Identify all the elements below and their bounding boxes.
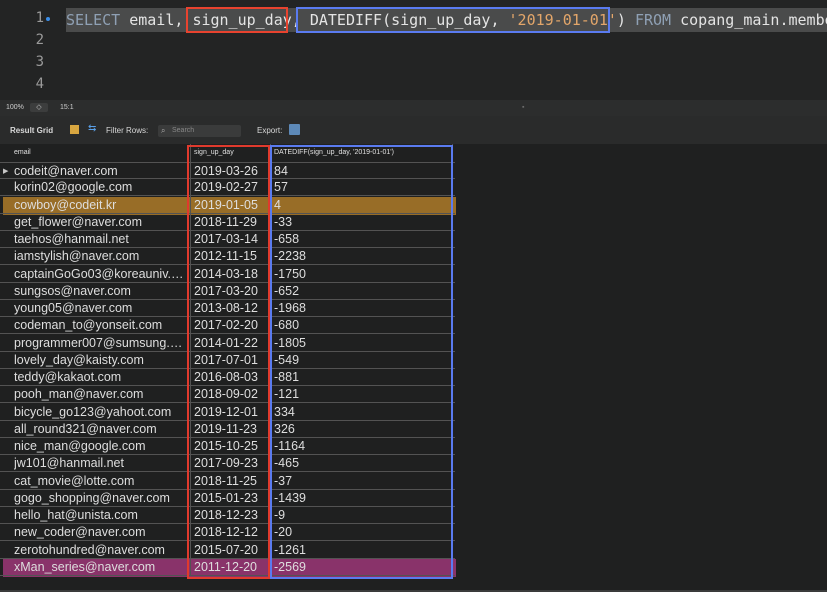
close-paren-text: )	[616, 11, 626, 29]
datediff-highlight-box	[296, 7, 610, 33]
email-cell[interactable]: teddy@kakaot.com	[14, 369, 187, 386]
email-cell[interactable]: korin02@google.com	[14, 179, 187, 196]
result-grid-label[interactable]: Result Grid	[10, 126, 53, 135]
email-cell[interactable]: sungsos@naver.com	[14, 283, 187, 300]
email-cell[interactable]: pooh_man@naver.com	[14, 386, 187, 403]
line-number: 2	[35, 32, 44, 48]
zoom-stepper[interactable]: ◇	[30, 103, 48, 112]
email-cell[interactable]: bicycle_go123@yahoot.com	[14, 404, 187, 421]
email-cell[interactable]: cowboy@codeit.kr	[14, 197, 187, 214]
email-cell[interactable]: new_coder@naver.com	[14, 524, 187, 541]
editor-line-2[interactable]: 2	[0, 32, 827, 54]
from-keyword: FROM	[625, 11, 672, 29]
filter-rows-label: Filter Rows:	[106, 126, 149, 135]
email-cell[interactable]: captainGoGo03@koreauniv.com	[14, 266, 187, 283]
email-cell[interactable]: programmer007@sumsung.com	[14, 335, 187, 352]
refresh-icon[interactable]: ⇆	[88, 123, 96, 134]
editor-status-bar: 100% ◇ 15:1 ▪	[0, 100, 827, 116]
email-column-text: email,	[120, 11, 193, 29]
sign-up-day-column-highlight-box	[187, 145, 270, 579]
editor-line-3[interactable]: 3	[0, 54, 827, 76]
zoom-level: 100%	[6, 104, 24, 111]
search-icon: ⌕	[161, 126, 166, 135]
email-cell[interactable]: all_round321@naver.com	[14, 421, 187, 438]
email-cell[interactable]: hello_hat@unista.com	[14, 507, 187, 524]
cursor-position: 15:1	[60, 104, 74, 111]
email-cell[interactable]: iamstylish@naver.com	[14, 248, 187, 265]
statement-marker-icon	[46, 17, 50, 21]
email-cell[interactable]: get_flower@naver.com	[14, 214, 187, 231]
email-cell[interactable]: jw101@hanmail.net	[14, 455, 187, 472]
email-cell[interactable]: codeit@naver.com	[14, 163, 187, 180]
email-cell[interactable]: cat_movie@lotte.com	[14, 473, 187, 490]
sql-editor[interactable]: 1 SELECT email, sign_up_day, DATEDIFF(si…	[0, 0, 827, 100]
email-cell[interactable]: zerotohundred@naver.com	[14, 542, 187, 559]
datediff-column-highlight-box	[270, 145, 453, 579]
email-cell[interactable]: nice_man@google.com	[14, 438, 187, 455]
result-grid[interactable]: email sign_up_day DATEDIFF(sign_up_day, …	[0, 144, 827, 592]
sign-up-day-highlight-box	[186, 7, 288, 33]
current-row-marker-icon: ▶	[3, 168, 9, 175]
email-cell[interactable]: codeman_to@yonseit.com	[14, 317, 187, 334]
line-number: 3	[35, 54, 44, 70]
email-cell[interactable]: taehos@hanmail.net	[14, 231, 187, 248]
line-number: 1	[35, 10, 44, 26]
grid-layout-icon[interactable]	[70, 125, 79, 134]
filter-search-input[interactable]: ⌕ Search	[158, 125, 241, 137]
select-keyword: SELECT	[66, 11, 121, 29]
export-label: Export:	[257, 126, 283, 135]
column-header-email[interactable]: email	[14, 144, 31, 162]
search-placeholder: Search	[172, 127, 195, 134]
email-cell[interactable]: xMan_series@naver.com	[14, 559, 187, 576]
line-number: 4	[35, 76, 44, 92]
result-toolbar: Result Grid ⇆ Filter Rows: ⌕ Search Expo…	[0, 116, 827, 144]
splitter-handle-icon[interactable]: ▪	[522, 104, 524, 111]
email-cell[interactable]: young05@naver.com	[14, 300, 187, 317]
email-cell[interactable]: lovely_day@kaisty.com	[14, 352, 187, 369]
export-icon[interactable]	[289, 124, 300, 135]
table-name-text: copang_main.member;	[680, 11, 827, 29]
editor-line-4[interactable]: 4	[0, 76, 827, 98]
email-cell[interactable]: gogo_shopping@naver.com	[14, 490, 187, 507]
